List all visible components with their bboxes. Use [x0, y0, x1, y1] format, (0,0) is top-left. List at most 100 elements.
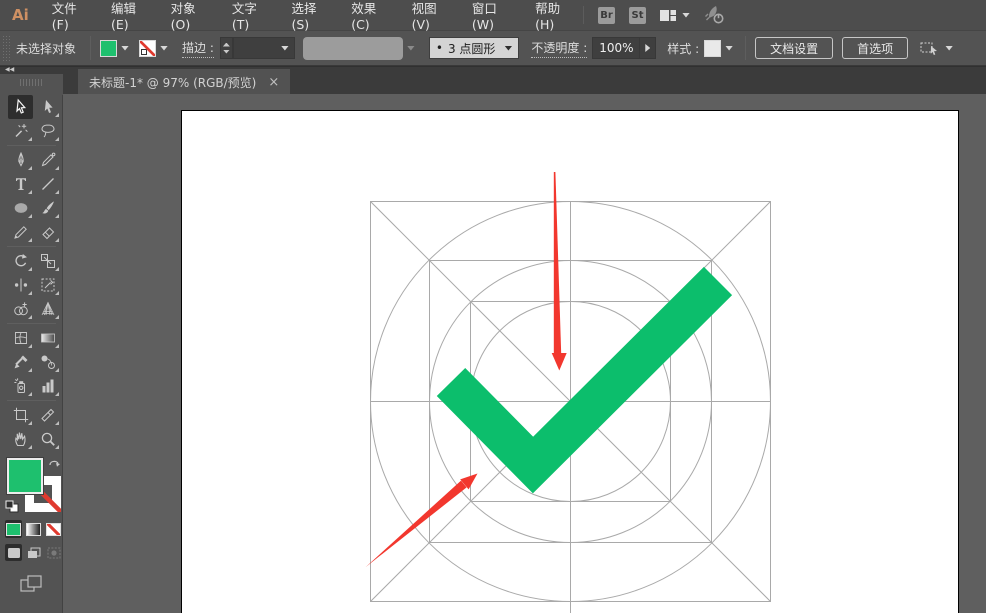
fill-swatch-large[interactable] [7, 458, 43, 494]
chevron-down-icon [504, 46, 512, 51]
preferences-button[interactable]: 首选项 [842, 37, 908, 59]
ellipse-icon [12, 199, 30, 217]
chevron-down-icon [407, 46, 415, 51]
free-transform-tool[interactable] [35, 273, 60, 297]
none-button[interactable] [45, 520, 62, 538]
opacity-expand-button[interactable] [640, 37, 656, 59]
selection-icon [12, 98, 30, 116]
controlbar-grip[interactable] [2, 35, 10, 61]
type-tool[interactable] [8, 172, 33, 196]
menu-item-view[interactable]: 视图(V) [399, 0, 459, 30]
document-tab[interactable]: 未标题-1* @ 97% (RGB/预览) × [78, 69, 290, 95]
brush-name: 3 点圆形 [448, 40, 495, 57]
tool-separator [7, 145, 56, 146]
divider [90, 36, 91, 60]
blend-icon [39, 353, 57, 371]
ellipse-tool[interactable] [8, 196, 33, 220]
line-segment-tool[interactable] [35, 172, 60, 196]
width-tool[interactable] [8, 273, 33, 297]
draw-behind-button[interactable] [25, 544, 42, 561]
pencil-icon [12, 223, 30, 241]
panel-collapse-button[interactable]: ◀◀ [5, 66, 14, 74]
column-graph-tool[interactable] [35, 374, 60, 398]
brush-definition-combo[interactable]: • 3 点圆形 [429, 37, 520, 59]
color-button[interactable] [5, 520, 22, 538]
document-setup-button[interactable]: 文档设置 [755, 37, 833, 59]
artboard[interactable] [182, 111, 958, 613]
artboard-tool[interactable] [8, 403, 33, 427]
perspective-grid-tool[interactable] [35, 297, 60, 321]
eyedropper-tool[interactable] [8, 350, 33, 374]
type-icon [12, 175, 30, 193]
menu-item-select[interactable]: 选择(S) [278, 0, 338, 30]
menu-item-effect[interactable]: 效果(C) [338, 0, 398, 30]
style-combo[interactable] [704, 40, 733, 57]
tool-separator [7, 323, 56, 324]
direct-selection-tool[interactable] [35, 95, 60, 119]
gpu-performance-icon[interactable] [704, 5, 726, 25]
scale-tool[interactable] [35, 249, 60, 273]
chevron-down-icon [160, 46, 168, 51]
curvature-icon [39, 151, 57, 169]
draw-normal-button[interactable] [5, 544, 22, 561]
red-annotation-arrow-diagonal[interactable] [366, 474, 478, 568]
opacity-panel-link[interactable]: 不透明度 : [531, 39, 587, 58]
workspace-switcher[interactable] [660, 10, 690, 21]
blend-tool[interactable] [35, 350, 60, 374]
zoom-tool[interactable] [35, 427, 60, 451]
paint-style-row [0, 520, 62, 538]
chevron-down-icon [945, 46, 953, 51]
menu-item-edit[interactable]: 编辑(E) [98, 0, 158, 30]
curvature-tool[interactable] [35, 148, 60, 172]
chevron-down-icon [725, 46, 733, 51]
magic-wand-tool[interactable] [8, 119, 33, 143]
green-checkmark[interactable] [451, 281, 718, 465]
fill-color-combo[interactable] [100, 40, 129, 57]
opacity-input[interactable]: 100% [592, 37, 640, 59]
menu-item-object[interactable]: 对象(O) [158, 0, 219, 30]
swap-fill-stroke-icon[interactable] [48, 457, 61, 469]
stroke-weight-combo[interactable] [233, 37, 295, 59]
menu-item-window[interactable]: 窗口(W) [459, 0, 522, 30]
style-swatch [704, 40, 721, 57]
stock-button[interactable]: St [629, 7, 646, 24]
screen-mode-icon[interactable] [20, 575, 42, 592]
rotate-tool[interactable] [8, 249, 33, 273]
style-label: 样式 : [667, 40, 699, 57]
menu-item-help[interactable]: 帮助(H) [522, 0, 583, 30]
stroke-panel-link[interactable]: 描边 : [182, 39, 214, 58]
menu-item-type[interactable]: 文字(T) [219, 0, 279, 30]
lasso-tool[interactable] [35, 119, 60, 143]
pen-tool[interactable] [8, 148, 33, 172]
gradient-tool[interactable] [35, 326, 60, 350]
mesh-tool[interactable] [8, 326, 33, 350]
canvas-area[interactable] [63, 94, 986, 613]
zoom-icon [39, 430, 57, 448]
fill-color-swatch [100, 40, 117, 57]
tab-close-icon[interactable]: × [268, 76, 279, 89]
gradient-icon [39, 329, 57, 347]
line-segment-icon [39, 175, 57, 193]
default-fill-stroke-icon[interactable] [5, 500, 19, 513]
draw-inside-button[interactable] [45, 544, 62, 561]
hand-tool[interactable] [8, 427, 33, 451]
divider [745, 36, 746, 60]
direct-selection-icon [39, 98, 57, 116]
menu-item-file[interactable]: 文件(F) [39, 0, 98, 30]
scale-icon [39, 252, 57, 270]
eraser-tool[interactable] [35, 220, 60, 244]
symbol-sprayer-tool[interactable] [8, 374, 33, 398]
gradient-button[interactable] [25, 520, 42, 538]
paintbrush-tool[interactable] [35, 196, 60, 220]
stroke-color-combo[interactable] [139, 40, 168, 57]
selection-display-combo[interactable] [920, 40, 953, 56]
bridge-button[interactable]: Br [598, 7, 615, 24]
slice-tool[interactable] [35, 403, 60, 427]
tools-panel-grip[interactable] [20, 79, 44, 86]
eraser-icon [39, 223, 57, 241]
paintbrush-icon [39, 199, 57, 217]
pencil-tool[interactable] [8, 220, 33, 244]
selection-tool[interactable] [8, 95, 33, 119]
stroke-weight-stepper[interactable] [220, 37, 233, 59]
shape-builder-tool[interactable] [8, 297, 33, 321]
